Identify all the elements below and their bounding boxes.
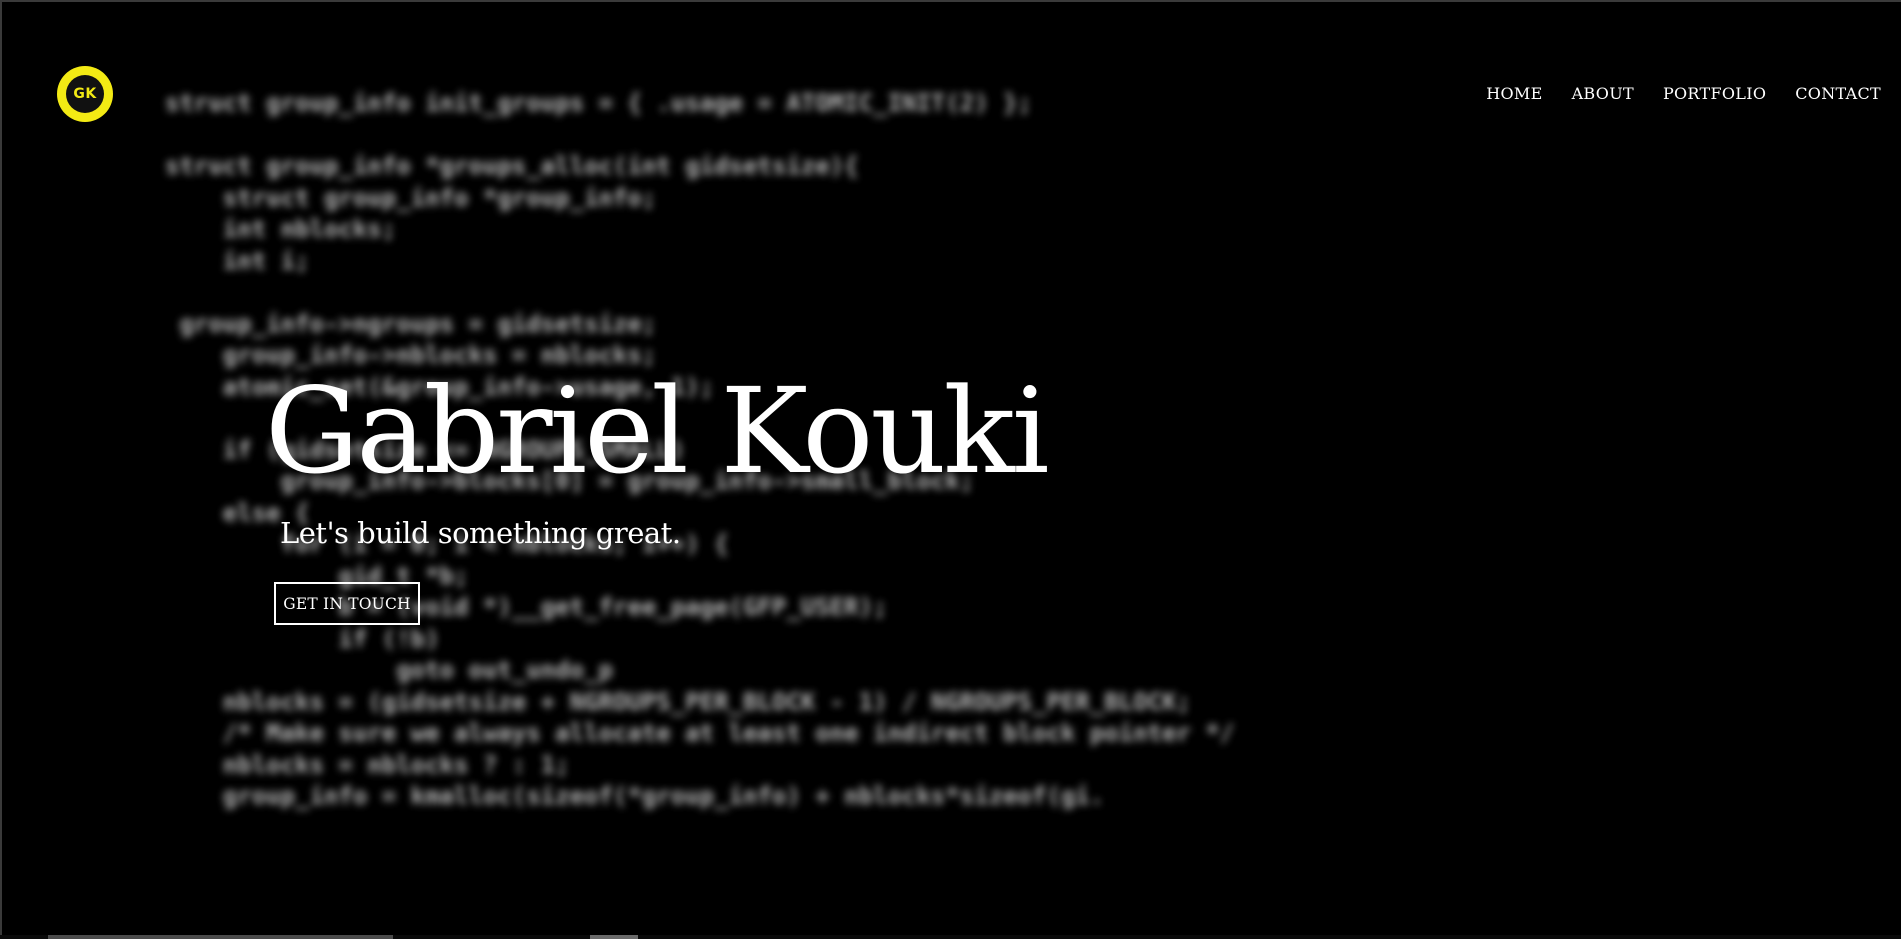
logo-monogram: GK bbox=[66, 75, 104, 113]
nav-item-portfolio[interactable]: PORTFOLIO bbox=[1663, 84, 1766, 103]
hero-subtitle: Let's build something great. bbox=[280, 516, 681, 550]
frame-border-left bbox=[0, 0, 2, 939]
frame-border-top bbox=[0, 0, 1901, 2]
nav-item-about[interactable]: ABOUT bbox=[1572, 84, 1634, 103]
hero-title: Gabriel Kouki bbox=[265, 362, 1050, 500]
nav-item-home[interactable]: HOME bbox=[1486, 84, 1542, 103]
scrollbar-thumb-secondary[interactable] bbox=[590, 935, 638, 939]
page: struct group_info init_groups = { .usage… bbox=[0, 0, 1901, 939]
scrollbar-thumb[interactable] bbox=[48, 935, 393, 939]
main-nav: HOME ABOUT PORTFOLIO CONTACT bbox=[1457, 84, 1881, 103]
nav-item-contact[interactable]: CONTACT bbox=[1795, 84, 1881, 103]
logo-link[interactable]: GK bbox=[57, 66, 113, 122]
get-in-touch-button[interactable]: GET IN TOUCH bbox=[274, 582, 420, 625]
